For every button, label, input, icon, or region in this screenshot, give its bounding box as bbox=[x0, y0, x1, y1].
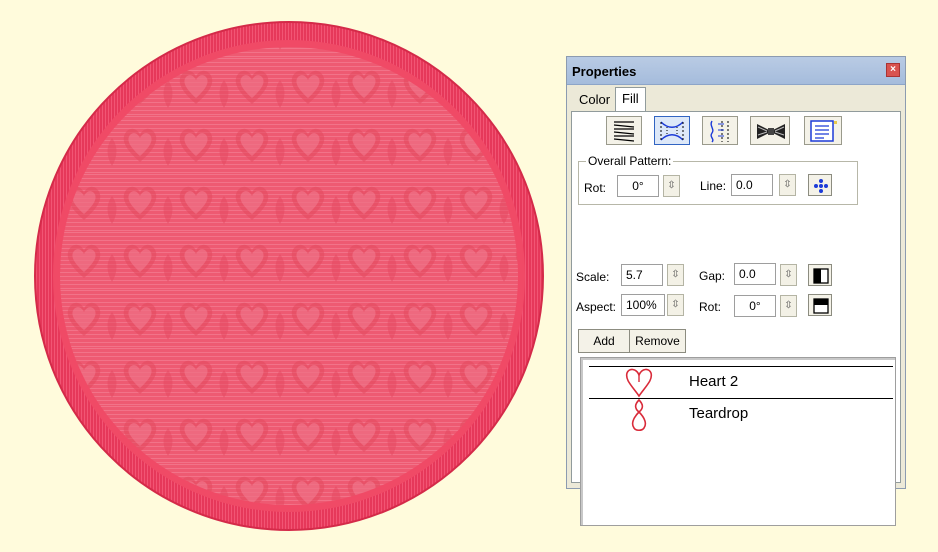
tab-strip: Color Fill bbox=[571, 87, 901, 112]
add-button[interactable]: Add bbox=[578, 329, 630, 353]
overall-line-spinner[interactable]: ⇳ bbox=[779, 174, 796, 196]
teardrop-icon bbox=[631, 398, 647, 432]
rot2-field[interactable]: 0° bbox=[734, 295, 776, 317]
rot2-label: Rot: bbox=[699, 300, 722, 314]
contour-fill-icon bbox=[710, 120, 729, 143]
aspect-label: Aspect: bbox=[576, 300, 617, 314]
panel-title: Properties bbox=[572, 64, 637, 79]
list-item[interactable]: Heart 2 bbox=[589, 366, 893, 398]
scale-label: Scale: bbox=[576, 270, 610, 284]
overall-pattern-group: Overall Pattern: Rot: 0° ⇳ Line: 0.0 ⇳ bbox=[578, 154, 858, 205]
scale-field[interactable]: 5.7 bbox=[621, 264, 663, 286]
panel-titlebar[interactable]: Properties × bbox=[567, 57, 905, 85]
list-item[interactable]: Teardrop bbox=[589, 398, 893, 432]
pattern-layout-button[interactable] bbox=[808, 174, 832, 196]
list-item-label: Heart 2 bbox=[689, 373, 739, 390]
properties-panel: Properties × Color Fill Overall Pattern:… bbox=[566, 56, 906, 526]
line-label: Line: bbox=[700, 179, 727, 193]
pattern-fill-icon bbox=[660, 121, 684, 141]
diamond-dots-icon bbox=[814, 179, 828, 193]
close-button[interactable]: × bbox=[886, 63, 900, 77]
text-fill-icon bbox=[810, 120, 837, 142]
satin-fill-icon bbox=[613, 121, 635, 142]
gap-label: Gap: bbox=[699, 269, 726, 283]
overall-rot-spinner[interactable]: ⇳ bbox=[663, 175, 680, 197]
motif-fill-button[interactable] bbox=[750, 116, 790, 145]
patch-fill bbox=[60, 47, 518, 505]
align-left-button[interactable] bbox=[808, 264, 832, 286]
pattern-fill-button[interactable] bbox=[654, 116, 690, 145]
align-top-button[interactable] bbox=[808, 294, 832, 316]
fill-tab-page: Overall Pattern: Rot: 0° ⇳ Line: 0.0 ⇳ S… bbox=[571, 111, 901, 526]
gap-spinner[interactable]: ⇳ bbox=[780, 264, 797, 286]
list-item-label: Teardrop bbox=[689, 405, 749, 422]
aspect-field[interactable]: 100% bbox=[621, 294, 665, 316]
heart-icon bbox=[625, 368, 653, 398]
scale-spinner[interactable]: ⇳ bbox=[667, 264, 684, 286]
motif-list: Heart 2 Teardrop bbox=[580, 357, 896, 526]
half-fill-icon bbox=[813, 268, 829, 284]
overall-pattern-label: Overall Pattern: bbox=[586, 154, 674, 168]
remove-button[interactable]: Remove bbox=[629, 329, 686, 353]
top-fill-icon bbox=[813, 298, 829, 314]
embroidery-canvas[interactable] bbox=[0, 0, 560, 552]
gap-field[interactable]: 0.0 bbox=[734, 263, 776, 285]
tab-color[interactable]: Color bbox=[573, 89, 616, 111]
tab-fill[interactable]: Fill bbox=[615, 87, 646, 112]
overall-rot-field[interactable]: 0° bbox=[617, 175, 659, 197]
contour-fill-button[interactable] bbox=[702, 116, 738, 145]
motif-fill-icon bbox=[757, 124, 785, 139]
satin-fill-button[interactable] bbox=[606, 116, 642, 145]
aspect-spinner[interactable]: ⇳ bbox=[667, 294, 684, 316]
rot2-spinner[interactable]: ⇳ bbox=[780, 295, 797, 317]
rot-label: Rot: bbox=[584, 181, 607, 195]
close-icon: × bbox=[890, 64, 896, 75]
text-fill-button[interactable] bbox=[804, 116, 842, 145]
overall-line-field[interactable]: 0.0 bbox=[731, 174, 773, 196]
